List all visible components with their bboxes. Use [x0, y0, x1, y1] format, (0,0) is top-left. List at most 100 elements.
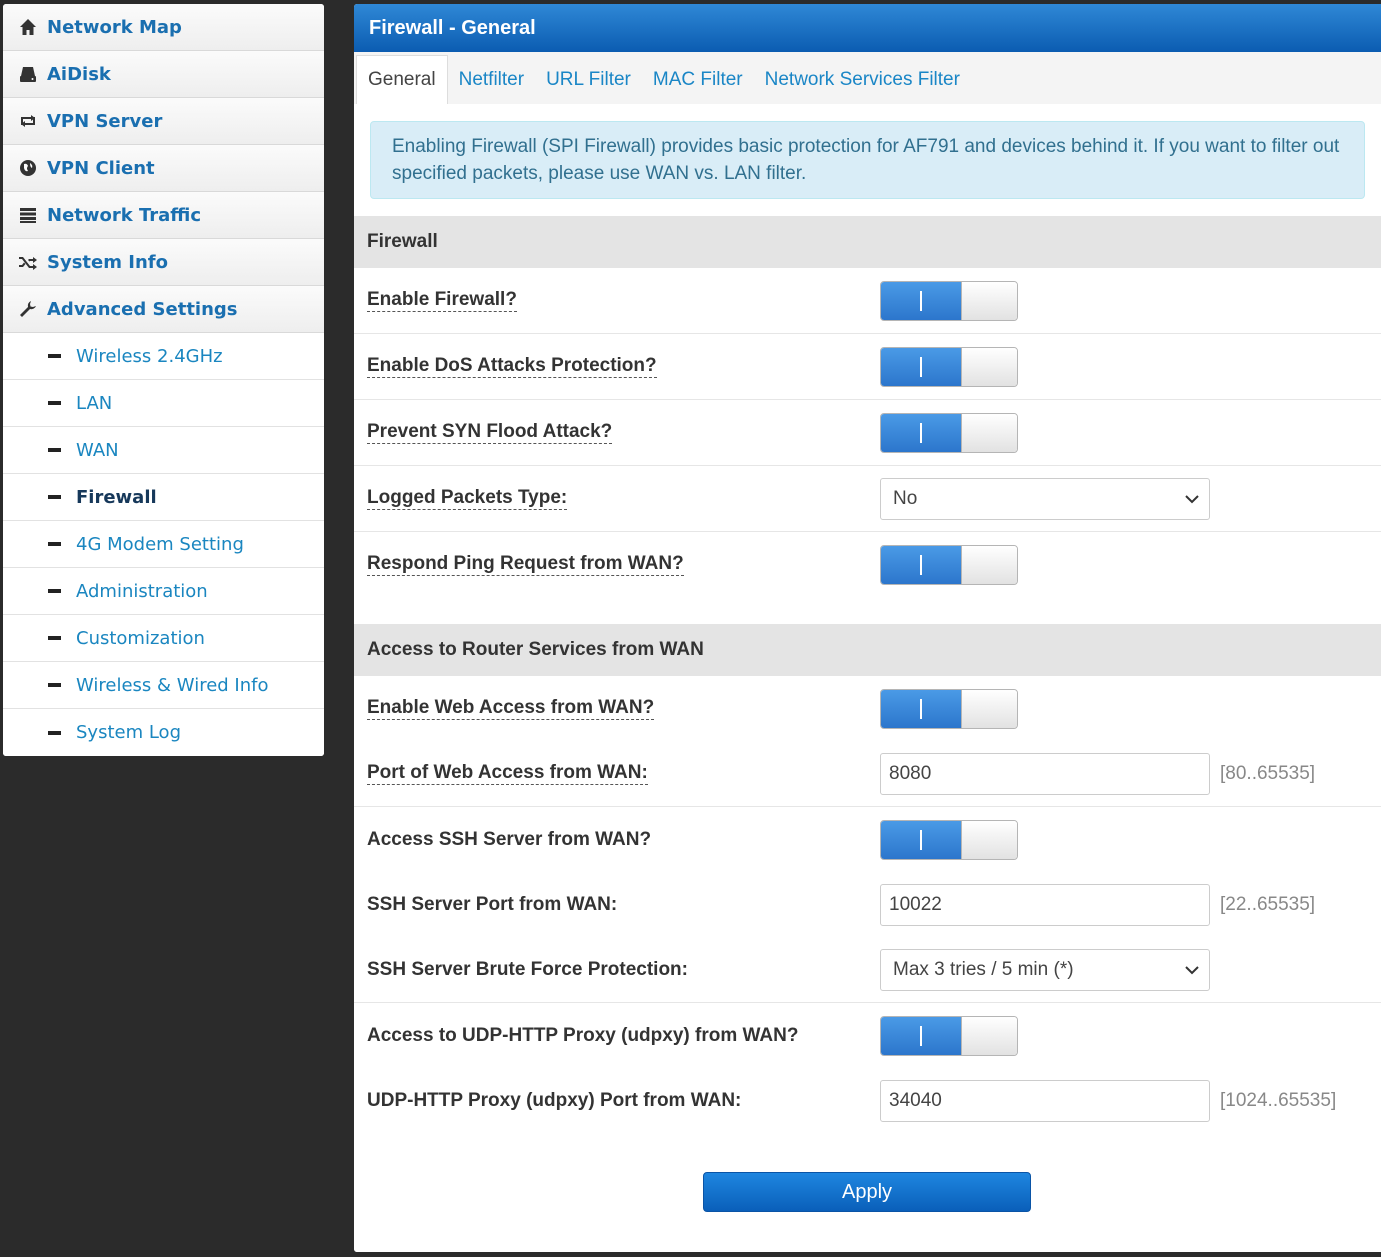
- main-panel: Firewall - General General Netfilter URL…: [354, 4, 1381, 1252]
- tab-netfilter[interactable]: Netfilter: [448, 56, 535, 104]
- toggle-off-segment: [961, 820, 1017, 859]
- setting-label: Port of Web Access from WAN:: [367, 762, 648, 785]
- sidebar-subitem-customization[interactable]: Customization: [3, 615, 324, 662]
- toggle-off-segment: [961, 347, 1017, 386]
- syn-flood-toggle[interactable]: [880, 412, 1018, 453]
- dash-icon: [48, 542, 61, 546]
- dash-icon: [48, 636, 61, 640]
- sidebar-subitem-administration[interactable]: Administration: [3, 568, 324, 615]
- page-title: Firewall - General: [354, 4, 1381, 52]
- dos-protection-toggle[interactable]: [880, 346, 1018, 387]
- udpxy-access-toggle[interactable]: [880, 1015, 1018, 1056]
- sidebar-item-advanced-settings[interactable]: Advanced Settings: [3, 286, 324, 333]
- sidebar-item-label: Advanced Settings: [47, 298, 238, 320]
- toggle-off-segment: [961, 413, 1017, 452]
- toggle-on-segment: [881, 1016, 961, 1055]
- setting-label: UDP-HTTP Proxy (udpxy) Port from WAN:: [367, 1089, 742, 1111]
- sidebar-item-label: VPN Client: [47, 157, 155, 179]
- tab-general[interactable]: General: [356, 55, 448, 104]
- apply-button[interactable]: Apply: [703, 1172, 1031, 1212]
- sidebar-subitem-label: Administration: [76, 580, 208, 602]
- udpxy-port-range: [1024..65535]: [1220, 1089, 1337, 1111]
- row-respond-ping: Respond Ping Request from WAN?: [354, 532, 1381, 597]
- sidebar-subitem-firewall[interactable]: Firewall: [3, 474, 324, 521]
- sidebar-item-label: System Info: [47, 251, 168, 273]
- hdd-icon: [18, 65, 38, 83]
- sidebar-item-vpn-client[interactable]: VPN Client: [3, 145, 324, 192]
- setting-label: Enable Web Access from WAN?: [367, 697, 655, 720]
- sidebar-subitem-lan[interactable]: LAN: [3, 380, 324, 427]
- sidebar-subitem-label: Firewall: [76, 486, 157, 508]
- row-ssh-access: Access SSH Server from WAN?: [354, 807, 1381, 872]
- section-heading-wan-access: Access to Router Services from WAN: [354, 624, 1381, 676]
- sidebar-subitem-wan[interactable]: WAN: [3, 427, 324, 474]
- sidebar-item-network-traffic[interactable]: Network Traffic: [3, 192, 324, 239]
- tab-content: Enabling Firewall (SPI Firewall) provide…: [354, 104, 1381, 1252]
- select-value: Max 3 tries / 5 min (*): [893, 958, 1074, 980]
- sidebar-subitem-system-log[interactable]: System Log: [3, 709, 324, 756]
- section-heading-firewall: Firewall: [354, 216, 1381, 268]
- info-alert: Enabling Firewall (SPI Firewall) provide…: [370, 121, 1365, 199]
- toggle-on-segment: [881, 281, 961, 320]
- setting-label: Access to UDP-HTTP Proxy (udpxy) from WA…: [367, 1024, 799, 1046]
- setting-label: SSH Server Brute Force Protection:: [367, 958, 688, 980]
- dash-icon: [48, 683, 61, 687]
- select-value: No: [893, 487, 918, 509]
- enable-firewall-toggle[interactable]: [880, 280, 1018, 321]
- udpxy-port-input[interactable]: [880, 1079, 1210, 1122]
- ssh-brute-force-select[interactable]: Max 3 tries / 5 min (*): [880, 948, 1210, 991]
- sidebar-item-aidisk[interactable]: AiDisk: [3, 51, 324, 98]
- setting-label: Respond Ping Request from WAN?: [367, 553, 684, 576]
- dash-icon: [48, 495, 61, 499]
- sidebar-subitem-4g-modem[interactable]: 4G Modem Setting: [3, 521, 324, 568]
- sidebar-subitem-label: Wireless 2.4GHz: [76, 345, 223, 367]
- sidebar-subitem-label: WAN: [76, 439, 119, 461]
- setting-label: Enable DoS Attacks Protection?: [367, 355, 657, 378]
- row-udpxy-access: Access to UDP-HTTP Proxy (udpxy) from WA…: [354, 1003, 1381, 1068]
- sidebar-subitem-label: Wireless & Wired Info: [76, 674, 269, 696]
- ssh-access-toggle[interactable]: [880, 819, 1018, 860]
- sidebar-subitem-label: LAN: [76, 392, 113, 414]
- toggle-on-segment: [881, 820, 961, 859]
- sidebar-item-label: VPN Server: [47, 110, 163, 132]
- list-icon: [18, 206, 38, 224]
- toggle-on-segment: [881, 545, 961, 584]
- sidebar-subitem-wireless[interactable]: Wireless 2.4GHz: [3, 333, 324, 380]
- logged-packets-select[interactable]: No: [880, 477, 1210, 520]
- tab-mac-filter[interactable]: MAC Filter: [642, 56, 754, 104]
- web-access-toggle[interactable]: [880, 688, 1018, 729]
- setting-label: Enable Firewall?: [367, 289, 517, 312]
- tab-network-services-filter[interactable]: Network Services Filter: [754, 56, 971, 104]
- sidebar-item-system-info[interactable]: System Info: [3, 239, 324, 286]
- sidebar-subitem-label: Customization: [76, 627, 205, 649]
- tab-url-filter[interactable]: URL Filter: [535, 56, 642, 104]
- ssh-port-range: [22..65535]: [1220, 893, 1316, 915]
- row-udpxy-port: UDP-HTTP Proxy (udpxy) Port from WAN: [1…: [354, 1068, 1381, 1133]
- sidebar-item-network-map[interactable]: Network Map: [3, 4, 324, 51]
- sidebar-item-label: Network Map: [47, 16, 182, 38]
- dash-icon: [48, 730, 61, 735]
- home-icon: [18, 18, 38, 36]
- sidebar-subitem-label: System Log: [76, 722, 181, 743]
- setting-label: SSH Server Port from WAN:: [367, 893, 618, 915]
- toggle-off-segment: [961, 281, 1017, 320]
- tab-bar: General Netfilter URL Filter MAC Filter …: [354, 52, 1381, 104]
- row-dos-protection: Enable DoS Attacks Protection?: [354, 334, 1381, 400]
- web-port-input[interactable]: [880, 752, 1210, 795]
- row-enable-firewall: Enable Firewall?: [354, 268, 1381, 334]
- wrench-icon: [18, 300, 38, 318]
- toggle-on-segment: [881, 413, 961, 452]
- dash-icon: [48, 401, 61, 405]
- ssh-port-input[interactable]: [880, 883, 1210, 926]
- setting-label: Logged Packets Type:: [367, 487, 568, 510]
- sidebar-subitem-wireless-wired-info[interactable]: Wireless & Wired Info: [3, 662, 324, 709]
- setting-label: Prevent SYN Flood Attack?: [367, 421, 613, 444]
- toggle-off-segment: [961, 545, 1017, 584]
- chevron-down-icon: [1185, 965, 1199, 974]
- sidebar-subitem-label: 4G Modem Setting: [76, 533, 244, 555]
- toggle-off-segment: [961, 689, 1017, 728]
- web-port-range: [80..65535]: [1220, 762, 1316, 784]
- toggle-off-segment: [961, 1016, 1017, 1055]
- sidebar-item-vpn-server[interactable]: VPN Server: [3, 98, 324, 145]
- respond-ping-toggle[interactable]: [880, 544, 1018, 585]
